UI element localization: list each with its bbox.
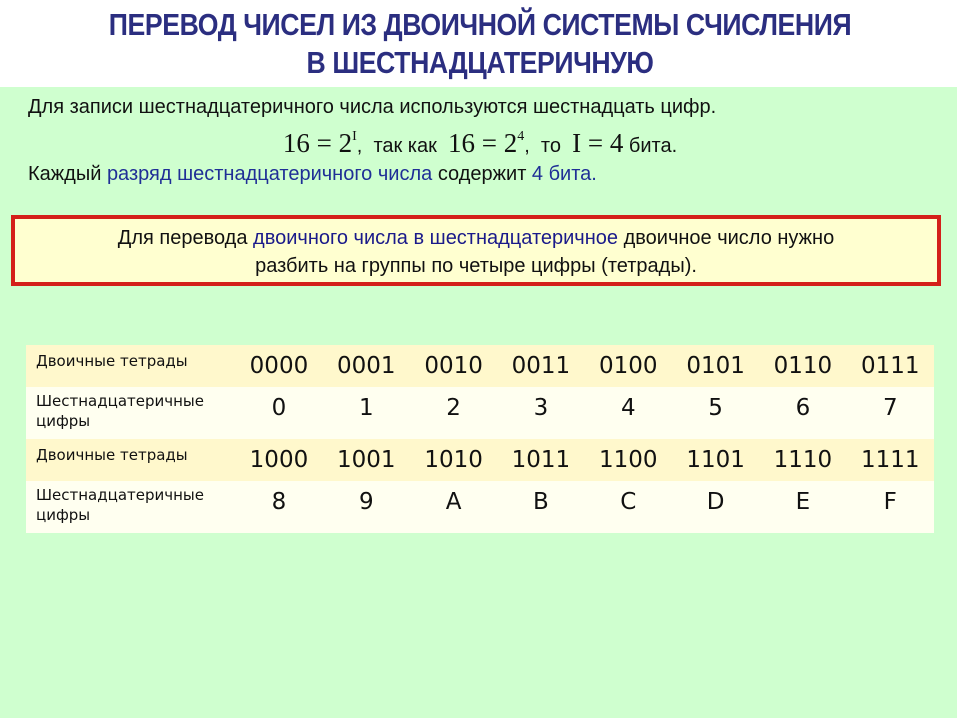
row-label: Двоичные тетрады (36, 352, 188, 370)
formula-text-then: то (540, 135, 561, 157)
binary-tetrad-cell: 0111 (861, 353, 920, 379)
tetrad-table: Двоичные тетрады 0000 0001 0010 0011 0100 0101… (26, 345, 934, 533)
rule-callout-box: Для перевода двоичного числа в шестнадца… (11, 215, 941, 286)
hex-digit-row: Шестнадцатеричные цифры 0 1 2 3 4 5 6 7 (26, 387, 934, 439)
hex-digit-cell: 2 (446, 395, 461, 421)
formula-part-1-base: 16 = 2 (282, 128, 353, 158)
formula-text-bits: бита. (628, 135, 678, 157)
binary-tetrad-cell: 0101 (686, 353, 745, 379)
binary-tetrad-cell: 1110 (773, 447, 833, 473)
row-label: Двоичные тетрады (36, 446, 188, 464)
binary-tetrad-cell: 0011 (511, 353, 571, 379)
formula-sep-1: , (356, 135, 363, 157)
hex-digit-cell: 7 (882, 395, 898, 421)
hex-digit-cell: D (706, 489, 725, 515)
binary-tetrad-cell: 1010 (424, 447, 483, 473)
line3-middle: содержит (437, 163, 527, 185)
hex-digit-cell: C (620, 489, 637, 515)
hex-digit-cell: 9 (358, 489, 374, 515)
formula-part-2-base: 16 = 2 (448, 128, 518, 158)
binary-tetrad-cell: 1111 (861, 447, 920, 473)
formula-part-3: I = 4 (572, 128, 624, 158)
formula-part-1: 16 = 2I (283, 128, 357, 158)
binary-tetrad-cell: 0010 (424, 353, 483, 379)
callout-prefix: Для перевода (117, 227, 248, 249)
callout-suffix: двоичное число нужно (623, 227, 835, 249)
hex-digit-cell: 1 (358, 395, 374, 421)
binary-tetrad-row: Двоичные тетрады 1000 1001 1010 1011 1100 1101… (26, 439, 934, 481)
hex-digit-cell: A (445, 489, 462, 515)
formula-sep-2: , (524, 135, 530, 157)
callout-line-1: Для перевода двоичного числа в шестнадца… (15, 224, 937, 252)
binary-tetrad-cell: 0000 (249, 353, 309, 379)
binary-tetrad-cell: 0100 (598, 353, 658, 379)
formula-text-since: так как (373, 135, 437, 157)
formula-line: 16 = 2I, так как 16 = 24, то I = 4 бита. (0, 128, 960, 159)
line3-prefix: Каждый (28, 163, 102, 185)
title-line-2: В ШЕСТНАДЦАТЕРИЧНУЮ (306, 45, 654, 80)
binary-tetrad-cell: 1100 (598, 447, 658, 473)
line3-highlight: разряд шестнадцатеричного числа (106, 163, 433, 185)
formula-part-2: 16 = 24 (448, 128, 524, 158)
callout-line-2: разбить на группы по четыре цифры (тетра… (255, 255, 697, 277)
hex-digit-row: Шестнадцатеричные цифры 8 9 A B C D E F (26, 481, 934, 533)
callout-highlight: двоичного числа в шестнадцатеричное (253, 227, 619, 249)
row-label: Шестнадцатеричные цифры (36, 486, 205, 524)
intro-line-1: Для записи шестнадцатеричного числа испо… (28, 96, 717, 118)
hex-digit-cell: 6 (795, 395, 811, 421)
binary-tetrad-cell: 1011 (511, 447, 571, 473)
hex-digit-cell: 5 (708, 395, 723, 421)
binary-tetrad-cell: 0110 (773, 353, 833, 379)
row-label: Шестнадцатеричные цифры (36, 392, 205, 430)
hex-digit-cell: B (533, 489, 549, 515)
binary-tetrad-row: Двоичные тетрады 0000 0001 0010 0011 0100 0101… (26, 345, 934, 387)
binary-tetrad-cell: 1101 (686, 447, 745, 473)
slide-title: ПЕРЕВОД ЧИСЕЛ ИЗ ДВОИЧНОЙ СИСТЕМЫ СЧИСЛЕ… (67, 6, 893, 82)
binary-tetrad-cell: 0001 (337, 353, 396, 379)
line3-highlight-2: 4 бита. (531, 163, 597, 185)
hex-digit-cell: 4 (620, 395, 636, 421)
hex-digit-cell: 0 (271, 395, 287, 421)
hex-digit-cell: F (883, 489, 897, 515)
binary-tetrad-cell: 1001 (337, 447, 396, 473)
title-line-1: ПЕРЕВОД ЧИСЕЛ ИЗ ДВОИЧНОЙ СИСТЕМЫ СЧИСЛЕ… (108, 7, 852, 42)
intro-line-3: Каждый разряд шестнадцатеричного числа с… (28, 163, 597, 186)
hex-digit-cell: E (795, 489, 811, 515)
hex-digit-cell: 8 (271, 489, 287, 515)
hex-digit-cell: 3 (533, 395, 549, 421)
binary-tetrad-cell: 1000 (249, 447, 309, 473)
